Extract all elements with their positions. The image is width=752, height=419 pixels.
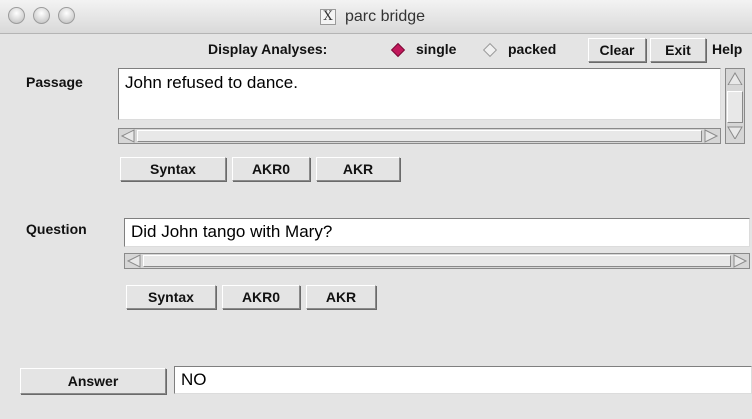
x11-icon: X [320, 9, 336, 25]
question-akr0-button[interactable]: AKR0 [222, 285, 300, 309]
passage-vscroll-thumb[interactable] [727, 91, 743, 123]
help-menu[interactable]: Help [712, 41, 742, 57]
passage-vertical-scrollbar[interactable] [725, 68, 745, 144]
scroll-down-icon[interactable] [727, 125, 743, 139]
radio-single-label[interactable]: single [416, 41, 456, 57]
scroll-left-icon[interactable] [120, 129, 136, 143]
radio-packed-indicator[interactable] [482, 42, 498, 58]
zoom-window-button[interactable] [58, 7, 75, 24]
radio-single-indicator[interactable] [390, 42, 406, 58]
answer-button[interactable]: Answer [20, 368, 166, 394]
scroll-left-icon[interactable] [126, 254, 142, 268]
title-wrap: X parc bridge [320, 6, 425, 28]
radio-packed-label[interactable]: packed [508, 41, 556, 57]
scroll-right-icon[interactable] [703, 129, 719, 143]
passage-label: Passage [26, 74, 83, 90]
answer-output-field: NO [174, 366, 752, 394]
app-window: X parc bridge Display Analyses: single p… [0, 0, 752, 419]
question-label: Question [26, 221, 87, 237]
question-syntax-button[interactable]: Syntax [126, 285, 216, 309]
minimize-window-button[interactable] [33, 7, 50, 24]
question-horizontal-scrollbar[interactable] [124, 253, 750, 269]
title-bar: X parc bridge [0, 0, 752, 34]
question-hscroll-thumb[interactable] [143, 255, 731, 267]
question-akr-button[interactable]: AKR [306, 285, 376, 309]
clear-button[interactable]: Clear [588, 38, 646, 62]
window-title: parc bridge [345, 8, 426, 25]
question-text-input[interactable]: Did John tango with Mary? [124, 218, 750, 247]
close-window-button[interactable] [8, 7, 25, 24]
scroll-up-icon[interactable] [727, 71, 743, 85]
exit-button[interactable]: Exit [650, 38, 706, 62]
passage-horizontal-scrollbar[interactable] [118, 128, 721, 144]
passage-akr0-button[interactable]: AKR0 [232, 157, 310, 181]
passage-syntax-button[interactable]: Syntax [120, 157, 226, 181]
display-analyses-label: Display Analyses: [208, 41, 328, 57]
scroll-right-icon[interactable] [732, 254, 748, 268]
passage-text-input[interactable]: John refused to dance. [118, 68, 721, 120]
passage-hscroll-thumb[interactable] [137, 130, 702, 142]
passage-akr-button[interactable]: AKR [316, 157, 400, 181]
